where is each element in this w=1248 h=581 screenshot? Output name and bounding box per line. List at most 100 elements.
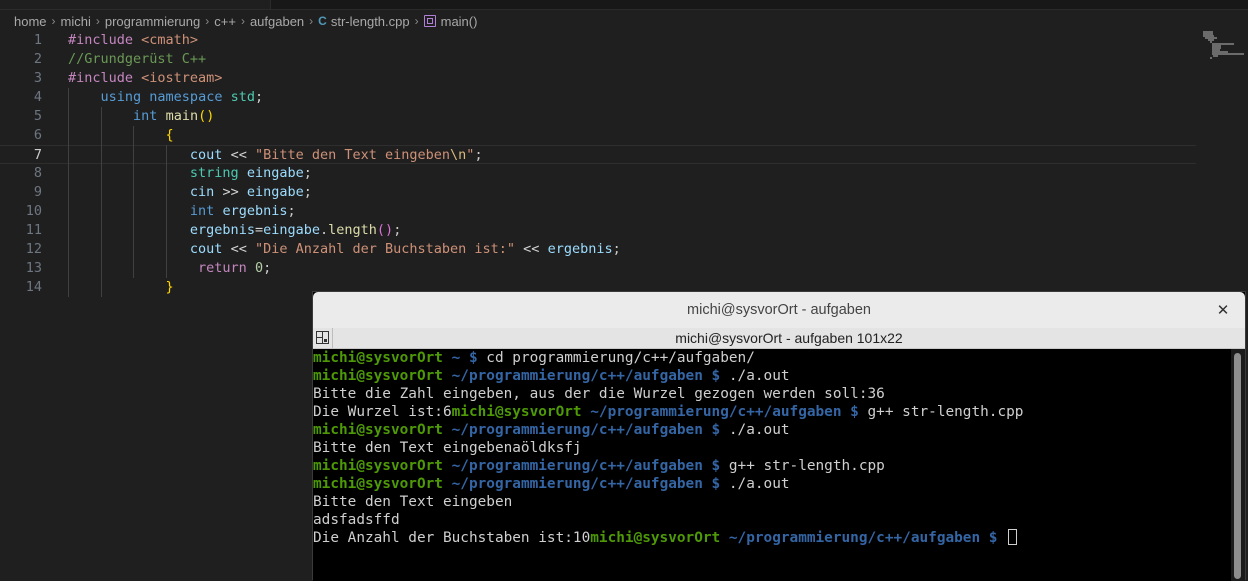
cpp-file-icon: C (318, 14, 327, 28)
line-number: 1 (33, 32, 42, 48)
prompt-user: michi@sysvorOrt (313, 476, 443, 492)
code-token: int (133, 108, 158, 124)
minimap[interactable] (1203, 31, 1247, 61)
code-token: . (320, 222, 329, 238)
code-line[interactable]: 7 cout << "Bitte den Text eingeben\n"; (0, 145, 1196, 164)
line-number: 2 (33, 51, 42, 67)
code-text: cin >> eingabe; (68, 183, 312, 202)
line-number: 11 (25, 222, 42, 238)
code-token: ; (474, 147, 483, 163)
code-token: } (165, 279, 174, 295)
code-token: //Grundgerüst C++ (68, 51, 207, 67)
code-token: <iostream> (141, 70, 223, 86)
code-token: length (328, 222, 377, 238)
code-line[interactable]: 9 cin >> eingabe; (0, 183, 1196, 202)
line-number: 6 (33, 127, 42, 143)
code-line[interactable]: 10 int ergebnis; (0, 202, 1196, 221)
breadcrumb-symbol[interactable]: main() (441, 14, 478, 29)
terminal-tab[interactable]: michi@sysvorOrt - aufgaben 101x22 (333, 328, 1245, 348)
code-line[interactable]: 5 int main() (0, 107, 1196, 126)
terminal-line: Bitte die Zahl eingeben, aus der die Wur… (313, 385, 885, 403)
line-number: 9 (33, 184, 42, 200)
terminal-line: Bitte den Text eingebenaöldksfj (313, 439, 582, 457)
terminal-text: Die Wurzel ist:6 (313, 404, 452, 420)
prompt-user: michi@sysvorOrt (313, 350, 443, 366)
code-editor[interactable]: 1 #include <cmath> 2 //Grundgerüst C++ 3 #inc… (0, 31, 1200, 301)
code-token: eingabe (246, 165, 304, 181)
code-token: return (198, 260, 247, 276)
breadcrumb-item-cpp[interactable]: c++ (214, 14, 236, 29)
code-line[interactable]: 8 string eingabe; (0, 164, 1196, 183)
line-number: 14 (25, 279, 42, 295)
prompt-user: michi@sysvorOrt (313, 422, 443, 438)
code-line[interactable]: 3 #include <iostream> (0, 69, 1196, 88)
prompt-path: ~/programmierung/c++/aufgaben $ (581, 404, 859, 420)
code-line[interactable]: 4 using namespace std; (0, 88, 1196, 107)
breadcrumb-item-programmierung[interactable]: programmierung (105, 14, 200, 29)
code-text: int ergebnis; (68, 202, 296, 221)
terminal-title: michi@sysvorOrt - aufgaben (687, 302, 871, 318)
terminal-line: michi@sysvorOrt ~/programmierung/c++/auf… (313, 457, 885, 475)
indent-guide (100, 107, 102, 297)
terminal-line: adsfadsffd (313, 511, 400, 529)
code-token: string (189, 165, 239, 181)
code-token: ; (254, 89, 264, 105)
prompt-user: michi@sysvorOrt (590, 530, 721, 546)
minimap-line (1210, 57, 1213, 59)
breadcrumb-file[interactable]: str-length.cpp (331, 14, 410, 29)
terminal-text: Die Anzahl der Buchstaben ist:10 (313, 530, 591, 546)
code-text: int main() (68, 107, 214, 126)
prompt-path: ~/programmierung/c++/aufgaben $ (442, 422, 721, 438)
terminal-line: michi@sysvorOrt ~/programmierung/c++/auf… (313, 475, 790, 493)
code-token: "Die Anzahl der Buchstaben ist:" (254, 241, 516, 257)
terminal-output[interactable]: michi@sysvorOrt ~ $ cd programmierung/c+… (313, 349, 1231, 581)
code-token: cout (189, 147, 223, 163)
code-token: >> (214, 184, 247, 200)
code-token: ; (303, 184, 312, 200)
code-text: return 0; (68, 259, 271, 278)
breadcrumb-item-michi[interactable]: michi (61, 14, 91, 29)
code-token: ; (393, 222, 402, 238)
scrollbar-thumb[interactable] (1234, 353, 1241, 579)
code-token: #include (68, 70, 142, 86)
close-icon[interactable]: ✕ (1213, 300, 1233, 320)
breadcrumb-item-aufgaben[interactable]: aufgaben (250, 14, 304, 29)
code-line[interactable]: 1 #include <cmath> (0, 31, 1196, 50)
code-token: = (254, 222, 264, 238)
prompt-path: ~/programmierung/c++/aufgaben $ (442, 368, 721, 384)
code-line[interactable]: 11 ergebnis=eingabe.length(); (0, 221, 1196, 240)
terminal-window: michi@sysvorOrt - aufgaben ✕ michi@sysvo… (312, 291, 1246, 581)
terminal-titlebar[interactable]: michi@sysvorOrt - aufgaben ✕ (313, 292, 1245, 329)
terminal-text: g++ str-length.cpp (720, 458, 885, 474)
active-tab[interactable] (0, 0, 271, 9)
minimap-line (1212, 55, 1218, 57)
line-number: 3 (33, 70, 42, 86)
code-line[interactable]: 13 return 0; (0, 259, 1196, 278)
code-text: //Grundgerüst C++ (68, 50, 206, 69)
method-symbol-icon (423, 15, 436, 27)
terminal-scrollbar[interactable] (1231, 349, 1245, 581)
breadcrumb-item-home[interactable]: home (14, 14, 47, 29)
line-number: 7 (33, 147, 42, 163)
line-number: 12 (25, 241, 42, 257)
indent-guide (68, 88, 69, 297)
terminal-text: Bitte den Text eingeben (313, 494, 513, 510)
terminal-text: ./a.out (720, 422, 790, 438)
terminal-text: cd programmierung/c++/aufgaben/ (477, 350, 755, 366)
code-text: #include <cmath> (68, 31, 198, 50)
tab-menu-button[interactable] (313, 328, 333, 348)
breadcrumb: home › michi › programmierung › c++ › au… (14, 12, 477, 30)
code-line[interactable]: 12 cout << "Die Anzahl der Buchstaben is… (0, 240, 1196, 259)
code-line[interactable]: 6 { (0, 126, 1196, 145)
code-token: cout (189, 241, 223, 257)
code-text: ergebnis=eingabe.length(); (68, 221, 401, 240)
code-line[interactable]: 2 //Grundgerüst C++ (0, 50, 1196, 69)
